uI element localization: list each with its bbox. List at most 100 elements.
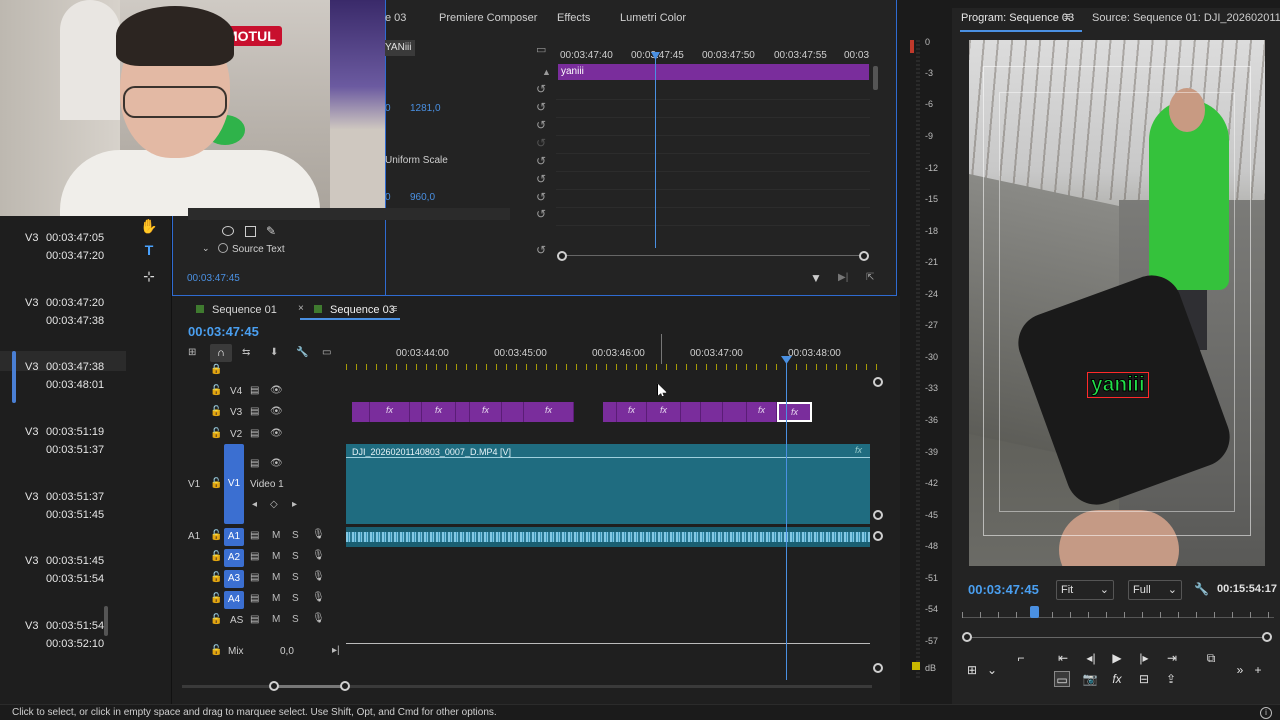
sync-icon[interactable]: ▤: [250, 458, 259, 469]
title-clip-selected[interactable]: fx: [777, 402, 812, 422]
add-marker-icon[interactable]: ⬇: [270, 347, 278, 358]
title-clip[interactable]: [701, 402, 723, 422]
ec-clip-bar[interactable]: yaniii: [558, 64, 869, 80]
reset-icon[interactable]: ↺: [536, 208, 550, 220]
sync-icon[interactable]: ▤: [250, 385, 259, 396]
eye-icon[interactable]: 👁: [270, 428, 283, 439]
filter-icon[interactable]: ▼: [810, 271, 822, 285]
program-monitor-title[interactable]: Program: Sequence 03: [961, 12, 1074, 24]
solo-icon[interactable]: S: [292, 530, 299, 541]
title-clip[interactable]: [603, 402, 617, 422]
track-target-a1[interactable]: A1: [224, 528, 244, 546]
caption-text-box[interactable]: yaniii: [1087, 372, 1149, 398]
zoom-handle[interactable]: [269, 681, 279, 691]
program-timecode[interactable]: 00:03:47:45: [968, 582, 1039, 597]
go-to-in-icon[interactable]: ⇤: [1055, 650, 1071, 666]
reset-icon[interactable]: ↺: [536, 155, 550, 167]
list-item[interactable]: V3 00:03:47:05 00:03:47:20: [0, 222, 126, 282]
snap-icon[interactable]: ∩: [210, 344, 232, 362]
info-icon[interactable]: i: [1260, 707, 1272, 719]
position-y[interactable]: 1281,0: [410, 103, 441, 114]
track-target-v1[interactable]: V1: [224, 444, 244, 524]
multi-camera-icon[interactable]: ⧉: [1203, 650, 1219, 666]
camera-icon[interactable]: 📷: [1082, 671, 1098, 687]
sync-icon[interactable]: ▤: [250, 530, 259, 541]
mic-icon[interactable]: 🎙: [312, 529, 325, 540]
linked-selection-icon[interactable]: ⇆: [242, 347, 250, 358]
reset-icon[interactable]: ↺: [536, 244, 550, 256]
mute-icon[interactable]: M: [272, 572, 280, 583]
ellipse-mask-icon[interactable]: [222, 226, 234, 236]
mute-icon[interactable]: M: [272, 551, 280, 562]
lock-icon[interactable]: 🔓: [210, 406, 222, 417]
v-scroll-handle[interactable]: [873, 510, 883, 520]
play-audio-icon[interactable]: ▶|: [838, 272, 848, 283]
rect-mask-icon[interactable]: [245, 226, 256, 237]
go-to-out-icon[interactable]: ⇥: [1164, 650, 1180, 666]
sync-icon[interactable]: ▤: [250, 406, 259, 417]
clip-chip[interactable]: YANiii: [385, 40, 415, 56]
safe-margins-icon[interactable]: ⊞: [964, 662, 980, 678]
title-clip[interactable]: [352, 402, 370, 422]
title-clip[interactable]: fx: [747, 402, 777, 422]
sync-icon[interactable]: ▤: [250, 593, 259, 604]
sync-icon[interactable]: ▤: [250, 572, 259, 583]
panel-toggle-icon[interactable]: ▭: [536, 43, 546, 56]
title-clip[interactable]: fx: [422, 402, 456, 422]
list-item-selected[interactable]: V3 00:03:47:38 00:03:48:01: [0, 351, 126, 403]
title-clip[interactable]: [502, 402, 524, 422]
lock-icon[interactable]: 🔒: [210, 364, 222, 375]
lock-icon[interactable]: 🔓: [210, 645, 222, 656]
mute-icon[interactable]: M: [272, 614, 280, 625]
ec-playhead[interactable]: [655, 52, 656, 248]
mix-value[interactable]: 0,0: [280, 646, 294, 657]
program-zoom-bar[interactable]: [966, 637, 1268, 638]
title-clip[interactable]: fx: [470, 402, 502, 422]
lock-icon[interactable]: 🔓: [210, 530, 222, 541]
eye-icon[interactable]: 👁: [270, 458, 283, 469]
menu-icon[interactable]: ≡: [1064, 11, 1070, 23]
reset-icon[interactable]: ↺: [536, 173, 550, 185]
add-keyframe-icon[interactable]: ◇: [270, 499, 278, 510]
list-item[interactable]: V3 00:03:51:37 00:03:51:45: [0, 481, 126, 541]
v-scroll-handle[interactable]: [873, 377, 883, 387]
title-clip[interactable]: fx: [370, 402, 410, 422]
reset-icon[interactable]: ↺: [536, 191, 550, 203]
chevron-down-icon[interactable]: ⌄: [984, 662, 1000, 678]
quality-select[interactable]: Full ⌄: [1128, 580, 1182, 600]
audio-clip[interactable]: [346, 527, 870, 547]
video-clip[interactable]: DJI_20260201140803_0007_D.MP4 [V] fx: [346, 444, 870, 524]
title-clip[interactable]: [456, 402, 470, 422]
play-icon[interactable]: ▶: [1109, 650, 1125, 666]
lock-icon[interactable]: 🔓: [210, 478, 222, 489]
title-clip[interactable]: fx: [647, 402, 681, 422]
list-item[interactable]: V3 00:03:47:20 00:03:47:38: [0, 287, 126, 347]
next-keyframe-icon[interactable]: ▸: [292, 499, 297, 510]
tab-sequence[interactable]: e 03: [385, 12, 406, 24]
wrench-icon[interactable]: 🔧: [296, 347, 308, 358]
timeline-timecode[interactable]: 00:03:47:45: [188, 324, 259, 339]
list-scrollbar[interactable]: [104, 606, 108, 636]
lock-icon[interactable]: 🔓: [210, 551, 222, 562]
tab-premiere-composer[interactable]: Premiere Composer: [439, 12, 537, 24]
nest-icon[interactable]: ⊞: [188, 347, 196, 358]
source-patch-label[interactable]: A1: [188, 531, 200, 542]
anchor-x[interactable]: 0: [385, 192, 391, 203]
solo-icon[interactable]: S: [292, 551, 299, 562]
title-clip[interactable]: fx: [617, 402, 647, 422]
solo-icon[interactable]: S: [292, 572, 299, 583]
reset-icon[interactable]: ↺: [536, 119, 550, 131]
lock-icon[interactable]: 🔓: [210, 428, 222, 439]
reset-icon[interactable]: ↺: [536, 101, 550, 113]
list-item[interactable]: V3 00:03:51:45 00:03:51:54: [0, 545, 126, 605]
track-target-a2[interactable]: A2: [224, 549, 244, 567]
program-video-frame[interactable]: [969, 40, 1265, 566]
ec-ruler[interactable]: 00:03:47:40 00:03:47:45 00:03:47:50 00:0…: [556, 46, 870, 66]
step-back-icon[interactable]: ◂|: [1083, 650, 1099, 666]
mix-go-to-icon[interactable]: ▸|: [332, 645, 340, 656]
tab-sequence-01[interactable]: Sequence 01: [212, 304, 277, 316]
sync-icon[interactable]: ▤: [250, 428, 259, 439]
mic-icon[interactable]: 🎙: [312, 592, 325, 603]
tab-lumetri-color[interactable]: Lumetri Color: [620, 12, 686, 24]
title-clip[interactable]: [723, 402, 747, 422]
